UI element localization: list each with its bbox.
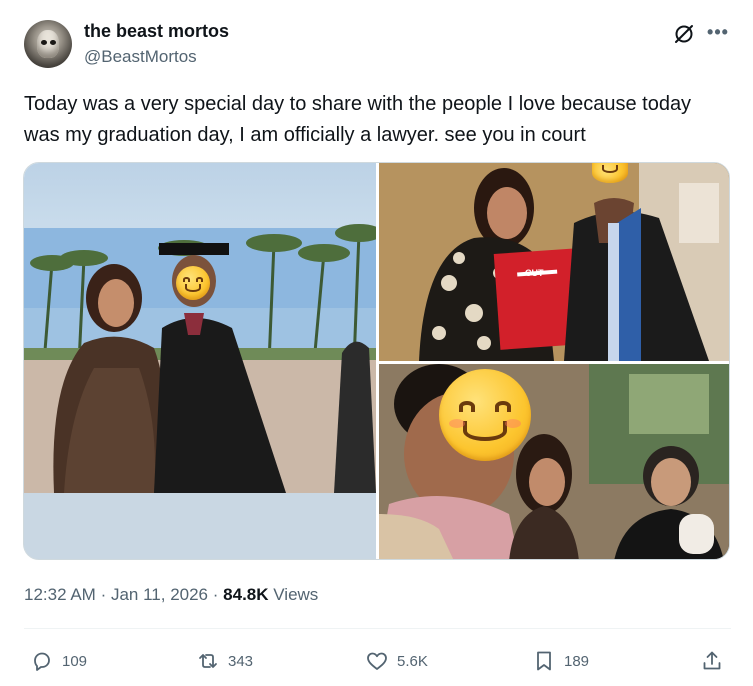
- avatar-eye-left: [41, 40, 47, 45]
- meta-separator: ·: [212, 585, 219, 604]
- more-icon[interactable]: •••: [706, 20, 730, 44]
- avatar-eye-right: [50, 40, 56, 45]
- avatar-face: [37, 30, 59, 58]
- share-button[interactable]: [700, 646, 724, 676]
- graduation-photo-outdoor[interactable]: [24, 163, 376, 559]
- repost-icon: [199, 654, 217, 668]
- smile-emoji-icon: [176, 266, 210, 300]
- meta-separator: ·: [100, 585, 107, 604]
- reply-button[interactable]: 109: [30, 646, 87, 676]
- repost-button[interactable]: 343: [196, 646, 253, 676]
- grok-icon[interactable]: [672, 22, 696, 46]
- repost-count: 343: [228, 652, 254, 670]
- share-icon: [703, 651, 721, 670]
- diploma-label: CUT: [525, 268, 544, 278]
- like-count: 5.6K: [397, 652, 428, 670]
- avatar[interactable]: [24, 20, 72, 68]
- bookmark-button[interactable]: 189: [532, 646, 589, 676]
- reply-count: 109: [62, 652, 88, 670]
- smile-emoji-icon: [439, 369, 531, 461]
- graduation-photo-diploma[interactable]: CUT: [379, 163, 729, 361]
- views-count: 84.8K: [223, 585, 269, 604]
- tweet-time[interactable]: 12:32 AM: [24, 585, 96, 604]
- author-handle[interactable]: @BeastMortos: [84, 47, 197, 67]
- heart-icon: [367, 652, 387, 670]
- bookmark-count: 189: [564, 652, 590, 670]
- bookmark-icon: [537, 651, 551, 671]
- smile-emoji-icon: [592, 163, 628, 183]
- reply-icon: [34, 652, 50, 671]
- author-name[interactable]: the beast mortos: [84, 21, 229, 42]
- tweet-meta: 12:32 AM · Jan 11, 2026 · 84.8K Views: [24, 585, 318, 605]
- divider: [24, 628, 731, 629]
- like-button[interactable]: 5.6K: [365, 646, 428, 676]
- views-label: Views: [273, 585, 319, 604]
- tweet-text: Today was a very special day to share wi…: [24, 93, 692, 146]
- tweet-date[interactable]: Jan 11, 2026: [111, 585, 208, 604]
- media-grid: CUT: [23, 162, 730, 560]
- graduation-photo-family-selfie[interactable]: [379, 364, 729, 559]
